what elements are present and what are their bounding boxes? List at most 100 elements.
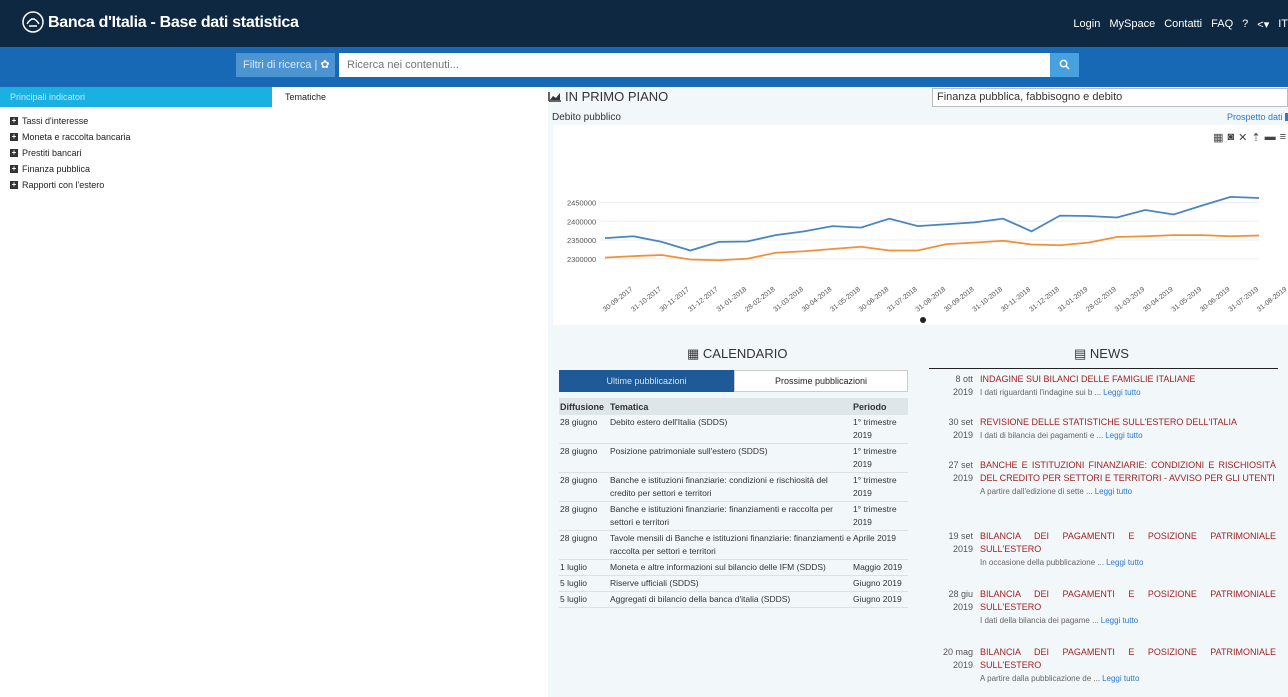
chart-toolbar: ▦ ◙ ✕ ⇡ ▬ ≡ [1213,131,1286,144]
series-line-0[interactable] [604,195,1260,252]
leggi-tutto-link[interactable]: Leggi tutto [1105,431,1142,440]
x-tick-label: 30-06-2019 [1199,286,1232,314]
table-row[interactable]: 28 giugno Posizione patrimoniale sull'est… [559,443,908,473]
cell-periodo: Giugno 2019 [852,575,908,592]
news-item: 8 ott 2019 INDAGINE SUI BILANCI DELLE FAM… [938,373,1276,399]
news-headline[interactable]: BILANCIA DEI PAGAMENTI E POSIZIONE PATRI… [980,588,1276,614]
cell-tematica[interactable]: Debito estero dell'Italia (SDDS) [609,415,852,444]
x-tick-label: 31-01-2018 [716,286,749,314]
hover-closest-icon[interactable]: ▬ [1265,131,1276,144]
tree-item-finanza[interactable]: + Finanza pubblica [10,161,131,177]
news-date-year: 2019 [952,602,973,612]
nav-login[interactable]: Login [1073,18,1100,31]
hover-compare-icon[interactable]: ≡ [1280,131,1286,144]
table-row[interactable]: 28 giugno Banche e istituzioni finanziari… [559,472,908,502]
nav-faq[interactable]: FAQ [1211,18,1233,31]
table-row[interactable]: 28 giugno Tavole mensili di Banche e isti… [559,530,908,560]
cell-tematica[interactable]: Posizione patrimoniale sull'estero (SDDS… [609,443,852,473]
cell-tematica[interactable]: Banche e istituzioni finanziarie: finanz… [609,501,852,531]
spike-icon[interactable]: ⇡ [1251,131,1260,144]
table-row[interactable]: 28 giugno Banche e istituzioni finanziari… [559,501,908,531]
y-tick-label: 2300000 [567,255,596,264]
tree-item-tassi[interactable]: + Tassi d'interesse [10,113,131,129]
pager-dot[interactable] [920,317,926,323]
x-tick-label: 31-03-2018 [773,286,806,314]
search-bar: Filtri di ricerca | ✿ [0,47,1288,87]
topic-select[interactable]: Finanza pubblica, fabbisogno e debito [932,88,1288,107]
table-row[interactable]: 1 luglio Moneta e altre informazioni sul … [559,559,908,576]
expand-icon[interactable]: + [10,165,18,173]
chart-title: Debito pubblico [552,112,621,123]
x-tick-label: 30-04-2018 [801,286,834,314]
app-title[interactable]: Banca d'Italia - Base dati statistica [48,14,299,32]
news-headline[interactable]: BILANCIA DEI PAGAMENTI E POSIZIONE PATRI… [980,646,1276,672]
tree-item-rapporti[interactable]: + Rapporti con l'estero [10,177,131,193]
expand-icon[interactable]: + [10,133,18,141]
nav-help[interactable]: ? [1242,18,1248,31]
news-headline[interactable]: INDAGINE SUI BILANCI DELLE FAMIGLIE ITAL… [980,373,1276,386]
news-item: 20 mag 2019 BILANCIA DEI PAGAMENTI E POSI… [938,646,1276,685]
news-date-day: 8 ott [955,374,973,384]
expand-icon[interactable]: + [10,149,18,157]
tab-tematiche[interactable]: Tematiche [272,87,545,107]
nav-language[interactable]: IT [1278,18,1288,31]
x-tick-label: 31-01-2019 [1057,286,1090,314]
col-periodo: Periodo [852,398,908,415]
leggi-tutto-link[interactable]: Leggi tutto [1102,674,1139,683]
table-view-icon[interactable]: ▦ [1213,131,1223,144]
tree-item-label: Rapporti con l'estero [22,180,105,190]
x-tick-label: 31-12-2017 [687,286,720,314]
share-icon[interactable]: <▾ [1257,18,1269,31]
line-chart: 230000023500002400000245000030-09-201731… [567,195,1288,323]
leggi-tutto-link[interactable]: Leggi tutto [1106,558,1143,567]
cell-diffusione: 5 luglio [559,591,609,608]
news-headline[interactable]: BILANCIA DEI PAGAMENTI E POSIZIONE PATRI… [980,530,1276,556]
leggi-tutto-link[interactable]: Leggi tutto [1101,616,1138,625]
cell-tematica[interactable]: Aggregati di bilancio della banca d'ital… [609,591,852,608]
right-panel: IN PRIMO PIANO Finanza pubblica, fabbiso… [548,87,1288,697]
tab-principali-indicatori[interactable]: Principali indicatori [0,87,272,107]
tree-item-prestiti[interactable]: + Prestiti bancari [10,145,131,161]
cell-periodo: 1° trimestre 2019 [852,415,908,444]
nav-myspace[interactable]: MySpace [1109,18,1155,31]
news-desc: In occasione della pubblicazione ... [980,558,1105,567]
bank-logo-icon[interactable] [22,11,44,33]
nav-contatti[interactable]: Contatti [1164,18,1202,31]
camera-icon[interactable]: ◙ [1227,131,1234,144]
leggi-tutto-link[interactable]: Leggi tutto [1103,388,1140,397]
news-title: NEWS [1089,346,1129,361]
news-date: 19 set 2019 [938,530,980,569]
news-date: 30 set 2019 [938,416,980,442]
expand-icon[interactable]: + [10,181,18,189]
news-headline[interactable]: REVISIONE DELLE STATISTICHE SULL'ESTERO … [980,416,1276,429]
table-row[interactable]: 5 luglio Aggregati di bilancio della banc… [559,591,908,608]
search-input[interactable] [339,53,1050,77]
news-date: 28 giu 2019 [938,588,980,627]
top-nav: Login MySpace Contatti FAQ ? <▾ IT [1073,18,1288,31]
filter-button[interactable]: Filtri di ricerca | ✿ [236,53,335,77]
news-desc: I dati della bilancia dei pagame ... [980,616,1099,625]
prospetto-dati-link[interactable]: Prospetto dati [1227,112,1288,122]
cell-diffusione: 28 giugno [559,530,609,560]
cell-periodo: 1° trimestre 2019 [852,501,908,531]
autoscale-icon[interactable]: ✕ [1238,131,1247,144]
news-date: 27 set 2019 [938,459,980,498]
news-headline[interactable]: BANCHE E ISTITUZIONI FINANZIARIE: CONDIZ… [980,459,1276,485]
y-tick-label: 2350000 [567,236,596,245]
cell-tematica[interactable]: Riserve ufficiali (SDDS) [609,575,852,592]
tree-item-moneta[interactable]: + Moneta e raccolta bancaria [10,129,131,145]
primo-piano-heading: IN PRIMO PIANO [548,89,668,104]
tab-prossime-pubblicazioni[interactable]: Prossime pubblicazioni [734,370,908,392]
cell-tematica[interactable]: Moneta e altre informazioni sul bilancio… [609,559,852,576]
tab-ultime-pubblicazioni[interactable]: Ultime pubblicazioni [559,370,734,392]
x-tick-label: 30-04-2019 [1142,286,1175,314]
table-row[interactable]: 28 giugno Debito estero dell'Italia (SDDS… [559,415,908,444]
series-line-1[interactable] [604,234,1260,262]
expand-icon[interactable]: + [10,117,18,125]
gear-icon: ✿ [320,59,330,71]
leggi-tutto-link[interactable]: Leggi tutto [1095,487,1132,496]
table-row[interactable]: 5 luglio Riserve ufficiali (SDDS) Giugno 2… [559,575,908,592]
search-button[interactable] [1050,53,1079,77]
cell-tematica[interactable]: Banche e istituzioni finanziarie: condiz… [609,472,852,502]
cell-tematica[interactable]: Tavole mensili di Banche e istituzioni f… [609,530,852,560]
